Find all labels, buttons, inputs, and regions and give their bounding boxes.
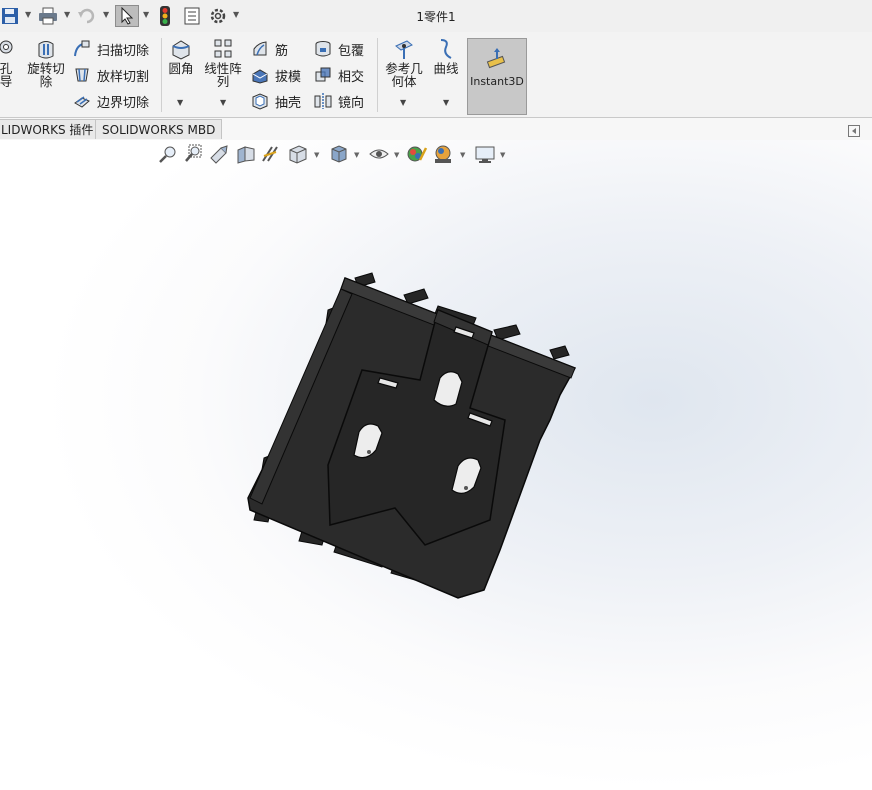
- curves-dropdown-caret[interactable]: ▼: [443, 98, 449, 107]
- draft-label: 拔模: [275, 69, 302, 85]
- fillet-dropdown-caret[interactable]: ▼: [177, 98, 183, 107]
- mirror-icon: [314, 92, 332, 110]
- intersect-button[interactable]: 相交: [314, 64, 364, 86]
- curves-button[interactable]: 曲线: [429, 38, 463, 75]
- graphics-area[interactable]: ▼ ▼ ▼ ▼ ▼: [0, 140, 872, 790]
- swept-cut-button[interactable]: 扫描切除: [73, 38, 149, 60]
- wrap-label: 包覆: [338, 43, 365, 59]
- wrap-button[interactable]: 包覆: [314, 38, 364, 60]
- mirror-label: 镜向: [338, 95, 365, 111]
- rib-icon: [251, 40, 269, 58]
- shell-icon: [251, 92, 269, 110]
- command-manager-ribbon: 孔 导 旋转切 除 扫描切除 放样切割 边界切除 圆角 ▼ 线性阵 列 ▼ 筋: [0, 32, 872, 118]
- curves-icon: [435, 38, 457, 60]
- fillet-button[interactable]: 圆角: [164, 38, 198, 75]
- boundary-cut-icon: [73, 92, 91, 110]
- mirror-button[interactable]: 镜向: [314, 90, 364, 112]
- intersect-icon: [314, 66, 332, 84]
- document-title: 1零件1: [416, 10, 456, 24]
- reference-geometry-icon: [393, 38, 415, 60]
- shell-label: 抽壳: [275, 95, 302, 111]
- instant3d-label: Instant3D: [470, 75, 524, 88]
- hole-wizard-button[interactable]: 孔 导: [0, 38, 18, 88]
- tab-solidworks-addins[interactable]: LIDWORKS 插件: [0, 119, 101, 139]
- draft-icon: [251, 66, 269, 84]
- instant3d-icon: [485, 47, 509, 71]
- intersect-label: 相交: [338, 69, 365, 85]
- ribbon-separator: [161, 38, 162, 112]
- lofted-cut-label: 放样切割: [97, 69, 150, 85]
- collapse-panel-icon[interactable]: [848, 125, 860, 137]
- revolved-cut-label: 旋转切 除: [27, 61, 65, 89]
- revolved-cut-button[interactable]: 旋转切 除: [24, 38, 68, 88]
- ribbon-separator: [377, 38, 378, 112]
- reference-geometry-button[interactable]: 参考几 何体: [382, 38, 426, 88]
- swept-cut-icon: [73, 40, 91, 58]
- draft-button[interactable]: 拔模: [251, 64, 301, 86]
- reference-geometry-label: 参考几 何体: [385, 61, 423, 89]
- hole-wizard-label: 孔 导: [0, 61, 13, 89]
- wrap-icon: [314, 40, 332, 58]
- shell-button[interactable]: 抽壳: [251, 90, 301, 112]
- swept-cut-label: 扫描切除: [97, 43, 150, 59]
- reference-geometry-dropdown-caret[interactable]: ▼: [400, 98, 406, 107]
- lofted-cut-button[interactable]: 放样切割: [73, 64, 149, 86]
- instant3d-button[interactable]: Instant3D: [467, 38, 527, 115]
- part-model[interactable]: [0, 140, 872, 790]
- curves-label: 曲线: [433, 61, 459, 76]
- hole-wizard-icon: [0, 38, 17, 60]
- rib-label: 筋: [275, 43, 289, 59]
- linear-pattern-dropdown-caret[interactable]: ▼: [220, 98, 226, 107]
- fillet-label: 圆角: [168, 61, 194, 76]
- boundary-cut-button[interactable]: 边界切除: [73, 90, 149, 112]
- linear-pattern-icon: [212, 38, 234, 60]
- rib-button[interactable]: 筋: [251, 38, 288, 60]
- tab-solidworks-mbd[interactable]: SOLIDWORKS MBD: [95, 119, 223, 139]
- boundary-cut-label: 边界切除: [97, 95, 150, 111]
- lofted-cut-icon: [73, 66, 91, 84]
- linear-pattern-button[interactable]: 线性阵 列: [203, 38, 243, 88]
- revolved-cut-icon: [35, 38, 57, 60]
- linear-pattern-label: 线性阵 列: [204, 61, 242, 89]
- title-bar: ▼ ▼ ▼ ▼ ▼ 1零件1: [0, 0, 872, 33]
- fillet-icon: [170, 38, 192, 60]
- command-manager-tabs: LIDWORKS 插件 SOLIDWORKS MBD: [0, 118, 872, 140]
